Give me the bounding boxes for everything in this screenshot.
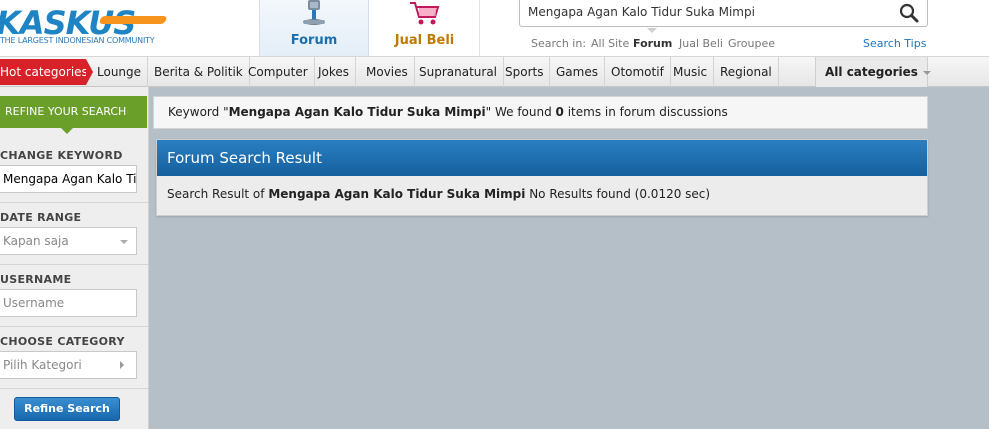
search-in-label: Search in: <box>531 37 587 50</box>
search-option-all-site[interactable]: All Site <box>591 37 629 50</box>
date-range-value: Kapan saja <box>3 234 69 248</box>
result-message: Search Result of Mengapa Agan Kalo Tidur… <box>167 187 710 201</box>
category-regional[interactable]: Regional <box>714 57 779 87</box>
chevron-down-icon <box>922 70 931 75</box>
category-select[interactable]: Pilih Kategori <box>0 351 137 379</box>
divider <box>0 326 148 327</box>
result-message-keyword: Mengapa Agan Kalo Tidur Suka Mimpi <box>268 187 526 201</box>
logo-swoosh <box>98 16 168 24</box>
category-movies[interactable]: Movies <box>360 57 415 87</box>
change-keyword-label: CHANGE KEYWORD <box>0 149 123 162</box>
tab-forum[interactable]: Forum <box>259 0 369 56</box>
tab-forum-label: Forum <box>290 33 338 48</box>
keyword-summary-prefix: Keyword " <box>168 105 229 119</box>
keyword-summary-keyword: Mengapa Agan Kalo Tidur Suka Mimpi <box>228 105 486 119</box>
username-field[interactable]: Username <box>0 289 137 317</box>
tab-jual-beli[interactable]: Jual Beli <box>370 0 480 56</box>
logo-tagline: THE LARGEST INDONESIAN COMMUNITY <box>0 36 155 45</box>
hot-categories-badge[interactable]: Hot categories <box>0 59 93 85</box>
keyword-summary-count: 0 <box>555 105 564 119</box>
category-computer[interactable]: Computer <box>242 57 315 87</box>
date-range-select[interactable]: Kapan saja <box>0 227 137 255</box>
chevron-right-icon <box>120 361 124 369</box>
keyword-field-value: Mengapa Agan Kalo Tidur Suka Mimpi <box>3 172 137 186</box>
keyword-summary-bar: Keyword "Mengapa Agan Kalo Tidur Suka Mi… <box>153 96 928 129</box>
result-message-prefix: Search Result of <box>167 187 269 201</box>
category-select-value: Pilih Kategori <box>3 358 82 372</box>
search-icon[interactable] <box>899 3 919 27</box>
refine-sidebar: REFINE YOUR SEARCH CHANGE KEYWORD Mengap… <box>0 87 149 429</box>
category-berita-politik[interactable]: Berita & Politik <box>148 57 250 87</box>
category-lounge[interactable]: Lounge <box>91 57 149 87</box>
keyword-summary-suffix: items in forum discussions <box>563 105 728 119</box>
keyword-summary-middle: " We found <box>485 105 556 119</box>
search-option-caret <box>647 28 657 33</box>
search-option-forum[interactable]: Forum <box>633 37 672 50</box>
category-sports[interactable]: Sports <box>499 57 551 87</box>
category-otomotif[interactable]: Otomotif <box>605 57 671 87</box>
forum-search-result-panel: Forum Search Result Search Result of Men… <box>156 139 928 216</box>
all-categories-label: All categories <box>825 65 918 79</box>
site-header: KASKUS THE LARGEST INDONESIAN COMMUNITY … <box>0 0 989 57</box>
divider <box>0 388 148 389</box>
refine-search-header: REFINE YOUR SEARCH <box>0 96 147 134</box>
all-categories-dropdown[interactable]: All categories <box>815 57 931 87</box>
kaskus-logo[interactable]: KASKUS THE LARGEST INDONESIAN COMMUNITY <box>0 4 170 46</box>
result-panel-title: Forum Search Result <box>157 140 927 176</box>
search-option-groupee[interactable]: Groupee <box>728 37 775 50</box>
chevron-down-icon <box>120 240 128 244</box>
search-tips-link[interactable]: Search Tips <box>863 37 926 50</box>
choose-category-label: CHOOSE CATEGORY <box>0 335 125 348</box>
keyword-field[interactable]: Mengapa Agan Kalo Tidur Suka Mimpi <box>0 165 137 193</box>
category-games[interactable]: Games <box>550 57 605 87</box>
username-placeholder: Username <box>3 296 65 310</box>
category-supranatural[interactable]: Supranatural <box>413 57 505 87</box>
refine-search-button[interactable]: Refine Search <box>14 397 120 421</box>
divider <box>0 202 148 203</box>
category-bar: Hot categories Lounge Berita & Politik C… <box>0 57 989 87</box>
category-music[interactable]: Music <box>667 57 715 87</box>
date-range-label: DATE RANGE <box>0 211 82 224</box>
shopping-cart-icon <box>408 0 442 30</box>
search-input[interactable]: Mengapa Agan Kalo Tidur Suka Mimpi <box>519 0 928 27</box>
username-label: USERNAME <box>0 273 72 286</box>
category-jokes[interactable]: Jokes <box>312 57 357 87</box>
search-input-value: Mengapa Agan Kalo Tidur Suka Mimpi <box>528 5 755 19</box>
divider <box>0 264 148 265</box>
search-option-jual-beli[interactable]: Jual Beli <box>679 37 723 50</box>
microphone-icon <box>299 0 329 32</box>
result-message-suffix: No Results found (0.0120 sec) <box>525 187 711 201</box>
tab-jual-beli-label: Jual Beli <box>394 33 455 48</box>
